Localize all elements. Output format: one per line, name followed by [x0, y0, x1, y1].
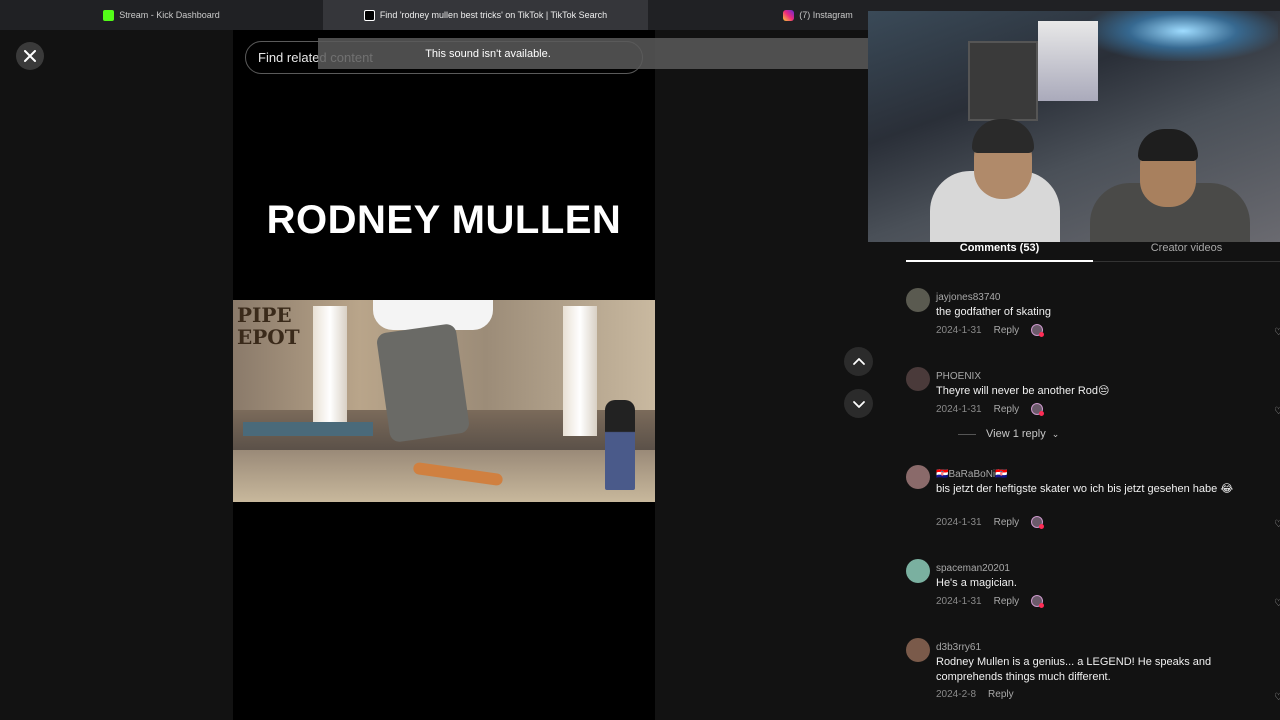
video-player[interactable]: RODNEY MULLEN PIPE EPOT — [233, 30, 655, 720]
comment-username[interactable]: 🇭🇷BaRaBoNi🇭🇷 — [936, 469, 1008, 480]
browser-tab-kick[interactable]: Stream - Kick Dashboard — [0, 0, 323, 30]
comment-text: He's a magician. — [936, 577, 1017, 589]
like-button[interactable]: ♡ 3 — [1274, 692, 1280, 703]
like-button[interactable]: ♡ 3 — [1274, 406, 1280, 417]
heart-icon: ♡ — [1274, 692, 1280, 703]
like-button[interactable]: ♡ 13 — [1274, 327, 1280, 338]
comment-username[interactable]: jayjones83740 — [936, 292, 1001, 303]
comment-username[interactable]: d3b3rry61 — [936, 642, 981, 653]
close-button[interactable] — [16, 42, 44, 70]
next-video-button[interactable] — [844, 389, 873, 418]
comment-text: bis jetzt der heftigste skater wo ich bi… — [936, 483, 1234, 495]
view-replies-button[interactable]: View 1 reply ⌄ — [958, 428, 1059, 440]
tab-label: Stream - Kick Dashboard — [119, 10, 220, 20]
clip-column — [313, 306, 347, 436]
avatar[interactable] — [906, 638, 930, 662]
clip-skater-legs — [375, 322, 471, 444]
tiktok-icon — [363, 9, 375, 21]
video-title-text: RODNEY MULLEN — [266, 198, 622, 242]
comment-text: the godfather of skating — [936, 306, 1051, 318]
heart-icon: ♡ — [1274, 519, 1280, 530]
webcam-light — [1088, 11, 1278, 61]
reply-button[interactable]: Reply — [994, 404, 1020, 415]
webcam-poster — [1038, 21, 1098, 101]
comment-text: Theyre will never be another Rod😔 — [936, 385, 1110, 397]
clip-bench — [243, 422, 373, 436]
avatar[interactable] — [906, 367, 930, 391]
creator-liked-icon — [1031, 324, 1045, 337]
clip-bystander — [605, 400, 635, 490]
previous-video-button[interactable] — [844, 347, 873, 376]
kick-icon — [103, 9, 115, 21]
comment-date: 2024-1-31 — [936, 595, 982, 607]
creator-liked-icon — [1031, 595, 1045, 608]
tab-label: (7) Instagram — [799, 10, 853, 20]
avatar[interactable] — [906, 288, 930, 312]
heart-icon: ♡ — [1274, 406, 1280, 417]
streamer-left-beanie — [972, 119, 1034, 153]
like-button[interactable]: ♡ 3 — [1274, 519, 1280, 530]
chevron-down-icon — [852, 400, 865, 408]
chevron-up-icon — [852, 357, 865, 365]
reply-divider — [958, 433, 976, 435]
comment-date: 2024-2-8 — [936, 689, 977, 700]
comment-date: 2024-1-31 — [936, 403, 982, 415]
streamer-right-beanie — [1138, 129, 1198, 161]
reply-button[interactable]: Reply — [994, 596, 1020, 607]
screen: Stream - Kick Dashboard Find 'rodney mul… — [0, 0, 1280, 720]
reply-button[interactable]: Reply — [988, 689, 1014, 700]
comment-username[interactable]: PHOENIX — [936, 371, 981, 382]
comment-meta: 2024-1-31 Reply — [936, 516, 1045, 529]
comment-date: 2024-1-31 — [936, 324, 982, 336]
comment-meta: 2024-2-8 Reply — [936, 689, 1014, 700]
webcam-overlay — [868, 11, 1280, 242]
webcam-shelf — [968, 41, 1038, 121]
view-replies-text: View 1 reply — [986, 428, 1046, 440]
panel-tabs: Comments (53) Creator videos — [906, 242, 1280, 262]
comments-panel: Comments (53) Creator videos jayjones837… — [888, 242, 1280, 720]
video-clip-frame: PIPE EPOT — [233, 300, 655, 502]
chevron-down-icon: ⌄ — [1051, 428, 1060, 439]
tab-label: Find 'rodney mullen best tricks' on TikT… — [379, 10, 608, 20]
reply-button[interactable]: Reply — [994, 325, 1020, 336]
tab-comments[interactable]: Comments (53) — [906, 242, 1093, 262]
close-icon — [24, 50, 36, 62]
creator-liked-icon — [1031, 403, 1045, 416]
avatar[interactable] — [906, 559, 930, 583]
avatar[interactable] — [906, 465, 930, 489]
comment-username[interactable]: spaceman20201 — [936, 563, 1010, 574]
creator-liked-icon — [1031, 516, 1045, 529]
comment-meta: 2024-1-31 Reply — [936, 595, 1045, 608]
toast-text: This sound isn't available. — [425, 47, 551, 60]
heart-icon: ♡ — [1274, 327, 1280, 338]
reply-button[interactable]: Reply — [994, 517, 1020, 528]
clip-sign-text: PIPE EPOT — [237, 303, 300, 349]
tab-creator-videos[interactable]: Creator videos — [1093, 242, 1280, 262]
clip-column — [563, 306, 597, 436]
heart-icon: ♡ — [1274, 598, 1280, 609]
browser-tab-tiktok[interactable]: Find 'rodney mullen best tricks' on TikT… — [323, 0, 648, 30]
comment-text: Rodney Mullen is a genius... a LEGEND! H… — [936, 656, 1212, 683]
instagram-icon — [783, 9, 795, 21]
comment-meta: 2024-1-31 Reply — [936, 324, 1045, 337]
comment-date: 2024-1-31 — [936, 516, 982, 528]
comment-meta: 2024-1-31 Reply — [936, 403, 1045, 416]
like-button[interactable]: ♡ 3 — [1274, 598, 1280, 609]
